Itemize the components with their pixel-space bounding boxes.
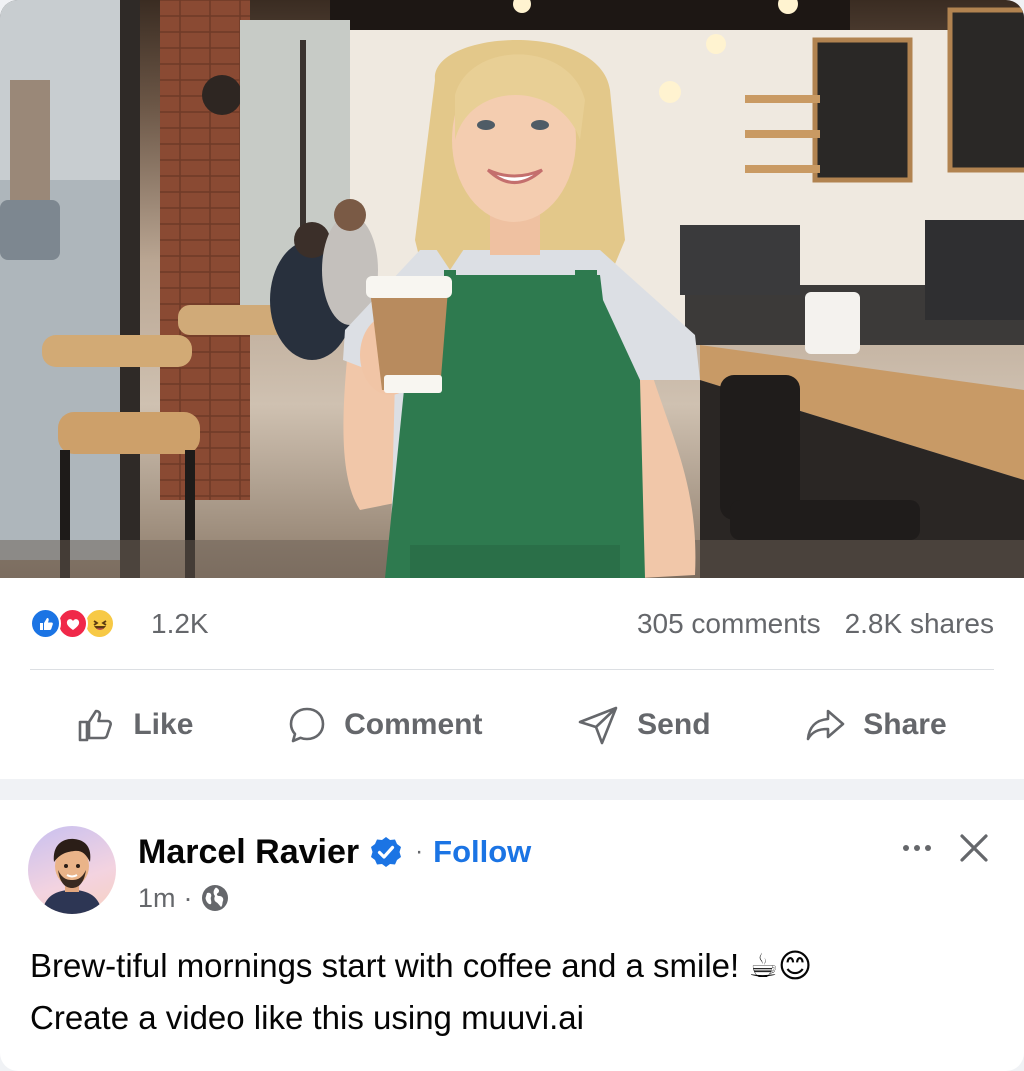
more-dot	[914, 845, 920, 851]
share-label: Share	[863, 708, 947, 741]
separator: ·	[415, 838, 424, 865]
comments-count[interactable]: 305 comments	[637, 608, 821, 640]
post-photo[interactable]	[0, 0, 1024, 578]
close-icon[interactable]	[954, 828, 994, 868]
haha-icon	[84, 608, 115, 639]
post-meta: 1m ·	[138, 880, 229, 916]
post-engagement: 1.2K 305 comments 2.8K shares Like Comme…	[0, 578, 1024, 779]
comment-label: Comment	[344, 708, 483, 741]
follow-button[interactable]: Follow	[433, 834, 531, 870]
caption-line-1: Brew-tiful mornings start with coffee an…	[30, 947, 813, 984]
shares-count[interactable]: 2.8K shares	[845, 608, 994, 640]
like-button[interactable]: Like	[77, 707, 193, 743]
post-caption: Brew-tiful mornings start with coffee an…	[30, 940, 1000, 1044]
verified-badge-icon	[371, 837, 402, 867]
like-label: Like	[133, 708, 194, 741]
caption-line-2: Create a video like this using muuvi.ai	[30, 999, 584, 1036]
reaction-summary[interactable]: 1.2K	[30, 608, 209, 640]
comment-button[interactable]: Comment	[288, 706, 482, 744]
more-options-button[interactable]	[895, 830, 939, 866]
thumbs-up-icon	[79, 709, 113, 742]
reaction-count: 1.2K	[151, 607, 209, 639]
author-line: Marcel Ravier · Follow	[138, 830, 531, 874]
author-name[interactable]: Marcel Ravier	[138, 833, 359, 872]
coffee-shop-photo	[0, 0, 1024, 578]
next-post: Marcel Ravier · Follow 1m · Brew-tiful m…	[0, 800, 1024, 1071]
share-icon	[806, 709, 845, 741]
love-icon	[57, 608, 88, 639]
send-label: Send	[637, 708, 711, 741]
more-dot	[925, 845, 931, 851]
post-time[interactable]: 1m	[138, 883, 176, 914]
feed-card: 1.2K 305 comments 2.8K shares Like Comme…	[0, 0, 1024, 1071]
share-button[interactable]: Share	[805, 708, 947, 742]
stats-right: 305 comments 2.8K shares	[637, 608, 994, 640]
send-icon	[578, 706, 618, 745]
action-bar: Like Comment Send Share	[30, 671, 994, 779]
globe-icon	[201, 885, 228, 911]
meta-separator: ·	[183, 882, 193, 913]
like-icon	[30, 608, 61, 639]
stats-row: 1.2K 305 comments 2.8K shares	[30, 578, 994, 670]
comment-icon	[289, 707, 325, 743]
avatar[interactable]	[28, 826, 116, 914]
more-dot	[903, 845, 909, 851]
send-button[interactable]: Send	[577, 705, 711, 745]
